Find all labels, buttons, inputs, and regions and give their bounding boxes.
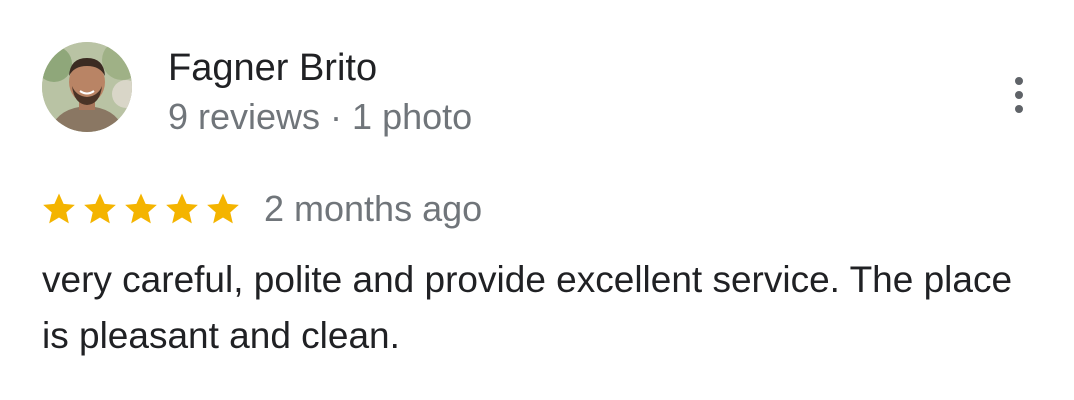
star-icon (125, 193, 157, 224)
more-vertical-icon (1015, 91, 1023, 99)
reviewer-name[interactable]: Fagner Brito (168, 45, 377, 91)
star-rating (40, 190, 242, 228)
review-card: Fagner Brito 9 reviews · 1 photo 2 month… (0, 0, 1074, 400)
more-options-button[interactable] (1002, 70, 1036, 120)
star-icon (166, 193, 198, 224)
reviewer-meta: 9 reviews · 1 photo (168, 96, 473, 137)
reviewer-avatar[interactable] (42, 42, 132, 132)
star-icon (43, 193, 75, 224)
star-icon (207, 193, 239, 224)
rating-row: 2 months ago (40, 186, 482, 232)
more-vertical-icon (1015, 77, 1023, 85)
more-vertical-icon (1015, 105, 1023, 113)
review-date: 2 months ago (264, 188, 483, 229)
star-icon (84, 193, 116, 224)
review-text: very careful, polite and provide excelle… (42, 259, 1013, 356)
